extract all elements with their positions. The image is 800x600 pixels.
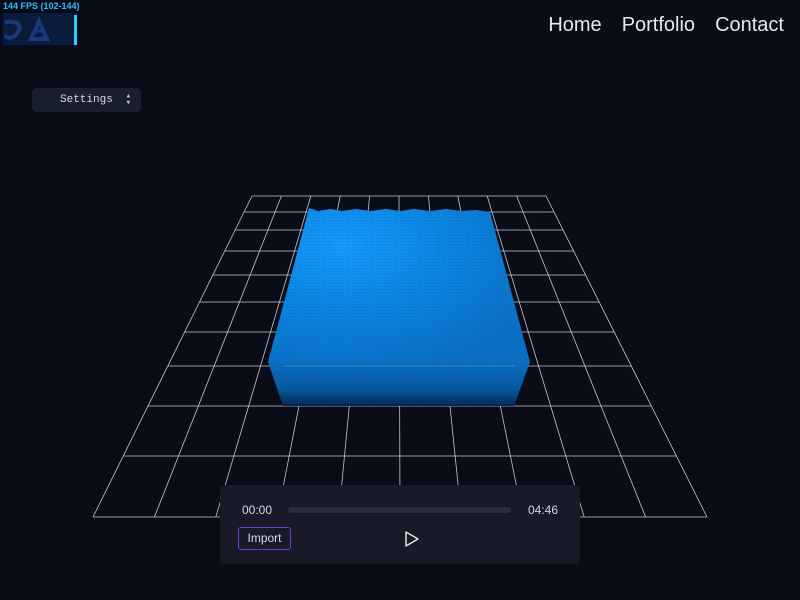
fps-graph bbox=[3, 13, 77, 45]
current-time: 00:00 bbox=[242, 503, 273, 517]
fps-bar bbox=[74, 15, 77, 45]
play-icon[interactable] bbox=[402, 529, 422, 549]
top-nav: Home Portfolio Contact bbox=[528, 12, 784, 38]
duration: 04:46 bbox=[527, 503, 558, 517]
seek-bar[interactable] bbox=[288, 507, 511, 513]
audio-player: 00:00 04:46 Import bbox=[220, 485, 580, 564]
fps-monitor[interactable]: 144 FPS (102-144) bbox=[0, 0, 80, 48]
chevron-updown-icon: ▴ ▾ bbox=[125, 91, 131, 108]
nav-contact-link[interactable]: Contact bbox=[715, 12, 784, 38]
settings-toggle[interactable]: Settings ▴ ▾ bbox=[32, 88, 141, 112]
fps-label: 144 FPS (102-144) bbox=[3, 1, 80, 11]
nav-home-link[interactable]: Home bbox=[548, 12, 601, 38]
nav-portfolio-link[interactable]: Portfolio bbox=[622, 12, 695, 38]
audio-block bbox=[268, 208, 530, 406]
grid-line bbox=[154, 195, 282, 518]
settings-label: Settings bbox=[60, 94, 113, 106]
app-root: 144 FPS (102-144) Home Portfolio Contact… bbox=[0, 0, 800, 600]
grid-line bbox=[92, 195, 253, 518]
import-button[interactable]: Import bbox=[238, 527, 291, 550]
